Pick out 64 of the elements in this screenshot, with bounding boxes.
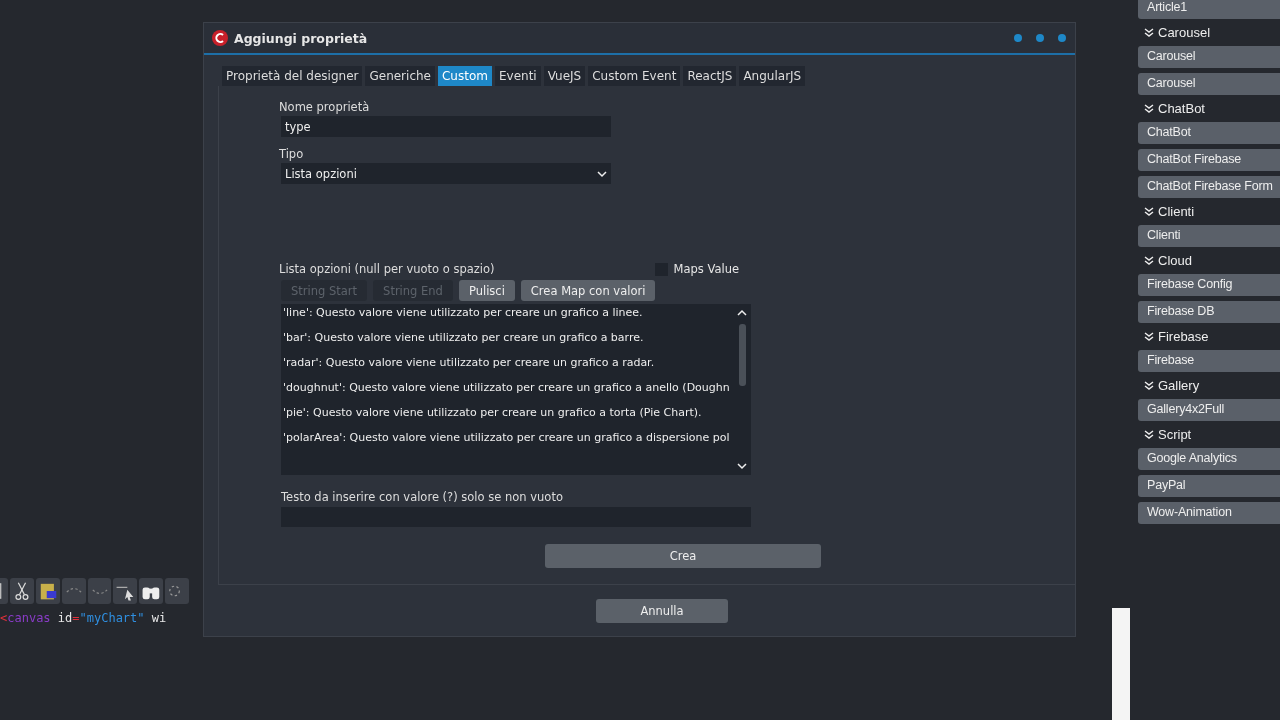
field-label: Nome proprietà [279, 100, 371, 114]
scrollbar[interactable] [1112, 608, 1130, 720]
component-item[interactable]: Carousel [1138, 46, 1280, 68]
component-item[interactable]: Article1 [1138, 0, 1280, 19]
chevron-icon[interactable] [1144, 429, 1154, 440]
group-header[interactable]: ChatBot [1158, 101, 1205, 116]
create-button[interactable]: Crea [545, 544, 821, 568]
field-label: Tipo [279, 147, 305, 161]
component-item[interactable]: Firebase Config [1138, 274, 1280, 296]
code-line: <canvas id="myChart" wi [0, 611, 167, 625]
cancel-button[interactable]: Annulla [596, 598, 728, 623]
option-line: 'polarArea': Questo valore viene utilizzato per creare un grafico a dispersione pol [283, 431, 731, 444]
chevron-icon[interactable] [1144, 103, 1154, 114]
tab[interactable]: Custom Event [588, 66, 681, 86]
component-item[interactable]: Wow-Animation [1138, 502, 1280, 524]
pointer-icon[interactable] [113, 578, 138, 604]
component-item[interactable]: Google Analytics [1138, 448, 1280, 470]
option-line: 'line': Questo valore viene utilizzato per creare un grafico a linee. [283, 306, 644, 319]
option-line: 'radar': Questo valore viene utilizzato per creare un grafico a radar. [283, 356, 656, 369]
checkbox-label: Maps Value [673, 262, 739, 276]
tab[interactable]: Generiche [365, 66, 435, 86]
clipboard-icon[interactable] [35, 578, 60, 604]
window-controls-icon[interactable] [1013, 33, 1067, 43]
group-header[interactable]: Clienti [1158, 204, 1195, 219]
option-line: 'pie': Questo valore viene utilizzato per creare un grafico a torta (Pie Chart). [283, 406, 703, 419]
group-header[interactable]: Firebase [1158, 329, 1209, 344]
field-label: Lista opzioni (null per vuoto o spazio) [279, 262, 495, 276]
tab[interactable]: AngularJS [739, 66, 806, 86]
option-line: 'bar': Questo valore viene utilizzato per creare un grafico a barre. [283, 331, 645, 344]
group-header[interactable]: Carousel [1158, 25, 1211, 40]
scissors-icon[interactable] [9, 578, 34, 604]
caret-icon[interactable] [597, 169, 607, 178]
tab[interactable]: Custom [438, 66, 492, 86]
component-item[interactable]: PayPal [1138, 475, 1280, 497]
component-item[interactable]: Gallery4x2Full [1138, 399, 1280, 421]
group-header[interactable]: Script [1158, 427, 1192, 442]
tab[interactable]: Eventi [494, 66, 541, 86]
tab[interactable]: VueJS [543, 66, 586, 86]
component-item[interactable]: ChatBot Firebase Form [1138, 176, 1280, 198]
input-field[interactable]: type [281, 116, 611, 137]
group-header[interactable]: Gallery [1158, 378, 1200, 393]
tab[interactable]: Proprietà del designer [222, 66, 363, 86]
binoculars-icon[interactable] [139, 578, 164, 604]
component-item[interactable]: ChatBot Firebase [1138, 149, 1280, 171]
chevron-icon[interactable] [1144, 206, 1154, 217]
tab[interactable]: ReactJS [683, 66, 737, 86]
component-item[interactable]: Firebase DB [1138, 301, 1280, 323]
component-item[interactable]: Carousel [1138, 73, 1280, 95]
toolbar-button[interactable]: Crea Map con valori [520, 280, 656, 301]
component-item[interactable]: Clienti [1138, 225, 1280, 247]
toolbar-button[interactable]: Pulisci [458, 280, 515, 301]
chevron-icon[interactable] [1144, 27, 1154, 38]
logo-icon [212, 30, 228, 46]
window-title: Aggiungi proprietà [234, 30, 369, 46]
component-item[interactable]: Firebase [1138, 350, 1280, 372]
dropdown[interactable]: Lista opzioni [281, 163, 611, 184]
field-label: Testo da inserire con valore (?) solo se non vuoto [281, 490, 564, 504]
component-item[interactable]: ChatBot [1138, 122, 1280, 144]
chevron-icon[interactable] [1144, 380, 1154, 391]
option-line: 'doughnut': Questo valore viene utilizzato per creare un grafico a anello (Doughn [283, 381, 731, 394]
group-header[interactable]: Cloud [1158, 253, 1192, 268]
chevron-icon[interactable] [1144, 331, 1154, 342]
options-textarea[interactable] [281, 304, 751, 475]
chevron-icon[interactable] [1144, 255, 1154, 266]
